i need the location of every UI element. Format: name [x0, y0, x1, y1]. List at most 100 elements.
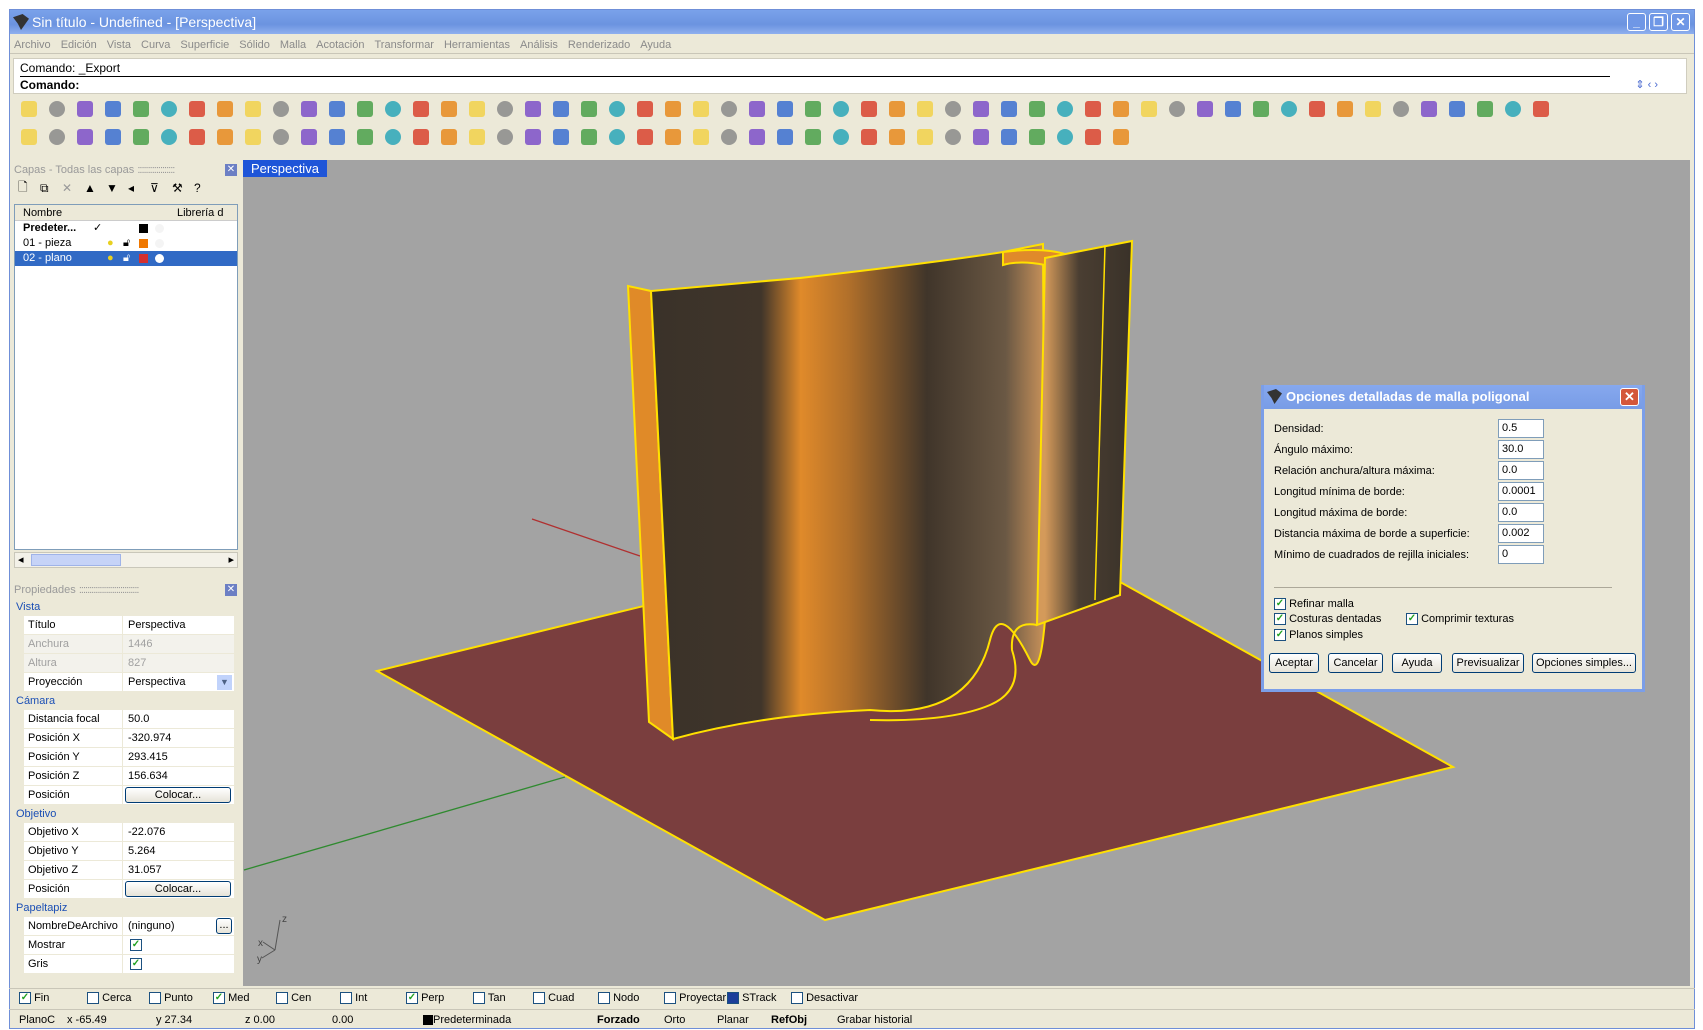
paste-icon[interactable] [212, 97, 238, 121]
refinar-malla-option[interactable]: ✓ Refinar malla [1274, 598, 1354, 611]
gris-checkbox[interactable]: ✓ [130, 958, 142, 971]
copy-layer-icon[interactable]: ⧉ [40, 181, 56, 196]
points-cloud-icon[interactable] [1192, 97, 1218, 121]
layers-horizontal-scrollbar[interactable]: ◂ ▸ [14, 552, 238, 568]
cube-blue-icon[interactable] [856, 125, 882, 149]
copy-icon[interactable] [184, 97, 210, 121]
object-snap-icon[interactable] [912, 97, 938, 121]
osnap-desactivar[interactable]: Desactivar [791, 989, 858, 1008]
move-up-icon[interactable]: ▲ [84, 181, 100, 195]
layer-row[interactable]: 02 - plano ● 🔓︎ [15, 251, 237, 266]
paint-icon[interactable] [1108, 125, 1134, 149]
explode-icon[interactable] [660, 125, 686, 149]
field-input[interactable]: 0.5 [1498, 419, 1544, 438]
prop-value[interactable]: -22.076 [128, 823, 165, 841]
prop-value[interactable]: -320.974 [128, 729, 171, 747]
loft-icon[interactable] [492, 125, 518, 149]
layer-icon[interactable] [660, 97, 686, 121]
lock-icon[interactable] [632, 97, 658, 121]
shaded-sphere-icon[interactable] [772, 97, 798, 121]
zoom-window-icon[interactable] [352, 97, 378, 121]
boolean-union-icon[interactable] [716, 125, 742, 149]
open-folder-icon[interactable] [44, 97, 70, 121]
field-input[interactable]: 0.0 [1498, 503, 1544, 522]
array-icon[interactable] [912, 125, 938, 149]
field-input[interactable]: 0.002 [1498, 524, 1544, 543]
osnap-int[interactable]: Int [340, 989, 367, 1008]
zoom-icon[interactable] [324, 97, 350, 121]
cut-icon[interactable] [156, 97, 182, 121]
circle-icon[interactable] [128, 125, 154, 149]
menu-renderizado[interactable]: Renderizado [568, 39, 630, 51]
patch-icon[interactable] [1248, 97, 1274, 121]
menu-transformar[interactable]: Transformar [374, 39, 434, 51]
help-icon[interactable]: ? [194, 181, 210, 195]
chevron-down-icon[interactable]: ▼ [217, 675, 232, 690]
layer-color-swatch[interactable] [139, 239, 148, 248]
move-down-icon[interactable]: ▼ [106, 181, 122, 195]
sphere-black-icon[interactable] [1332, 97, 1358, 121]
blend-icon[interactable] [268, 125, 294, 149]
prop-objetivo-x[interactable]: Objetivo X -22.076 [24, 823, 234, 842]
move-left-icon[interactable]: ◂ [128, 181, 144, 195]
light-bulb-icon[interactable] [604, 97, 630, 121]
restore-button[interactable]: ❐ [1649, 13, 1668, 31]
delete-icon[interactable]: ✕ [62, 181, 78, 195]
close-layers-icon[interactable]: ✕ [225, 164, 237, 176]
plane-icon[interactable] [1416, 97, 1442, 121]
costuras-option[interactable]: ✓ Costuras dentadas [1274, 613, 1381, 626]
mostrar-checkbox[interactable]: ✓ [130, 939, 142, 952]
mesh-grid-icon[interactable] [1080, 125, 1106, 149]
section-vista[interactable]: Vista [12, 598, 240, 616]
menu-acotación[interactable]: Acotación [316, 39, 364, 51]
zoom-selected-icon[interactable] [408, 97, 434, 121]
chamfer-icon[interactable] [240, 125, 266, 149]
osnap-checkbox[interactable] [664, 992, 676, 1005]
pencil-icon[interactable] [1276, 97, 1302, 121]
comprimir-option[interactable]: ✓ Comprimir texturas [1406, 613, 1514, 626]
osnap-cerca[interactable]: Cerca [87, 989, 131, 1008]
prop-objetivo-y[interactable]: Objetivo Y 5.264 [24, 842, 234, 861]
surface-patch-icon[interactable] [408, 125, 434, 149]
curve-icon[interactable] [1024, 97, 1050, 121]
section-icon[interactable] [996, 125, 1022, 149]
material-icon[interactable] [155, 224, 164, 233]
control-points-icon[interactable] [940, 97, 966, 121]
grabar-historial-toggle[interactable]: Grabar historial [837, 1010, 912, 1030]
four-viewports-icon[interactable] [464, 97, 490, 121]
menu-vista[interactable]: Vista [107, 39, 131, 51]
car-icon[interactable] [492, 97, 518, 121]
costuras-checkbox[interactable]: ✓ [1274, 613, 1286, 626]
cube-icon[interactable] [576, 125, 602, 149]
section-camara[interactable]: Cámara [12, 692, 240, 710]
solid-icon[interactable] [1108, 97, 1134, 121]
grid-icon[interactable] [520, 97, 546, 121]
menu-análisis[interactable]: Análisis [520, 39, 558, 51]
rectangle-icon[interactable] [100, 125, 126, 149]
unlock-icon[interactable]: 🔓︎ [123, 251, 130, 266]
line-icon[interactable] [44, 125, 70, 149]
osnap-strack[interactable]: STrack [727, 989, 777, 1008]
prop-value[interactable]: 50.0 [128, 710, 149, 728]
extrude-surface-icon[interactable] [464, 125, 490, 149]
layer-row[interactable]: Predeter... ✓ [15, 221, 237, 236]
contrast-icon[interactable] [968, 97, 994, 121]
gear-icon[interactable] [828, 97, 854, 121]
osnap-proyectar[interactable]: Proyectar [664, 989, 726, 1008]
render-icon[interactable] [800, 97, 826, 121]
unlock-icon[interactable]: 🔓︎ [123, 236, 130, 251]
box-yellow-icon[interactable] [996, 97, 1022, 121]
fillet-icon[interactable] [212, 125, 238, 149]
osnap-checkbox[interactable] [473, 992, 485, 1005]
prop-posicion-x[interactable]: Posición X -320.974 [24, 729, 234, 748]
new-layer-icon[interactable]: 🗋 [18, 178, 34, 199]
split-icon[interactable] [352, 125, 378, 149]
zoom-extents-icon[interactable] [380, 97, 406, 121]
osnap-med[interactable]: ✓ Med [213, 989, 249, 1008]
trim-icon[interactable] [1304, 97, 1330, 121]
field-input[interactable]: 0.0001 [1498, 482, 1544, 501]
prop-value[interactable]: (ninguno) [128, 917, 174, 935]
cylinder-icon[interactable] [1360, 97, 1386, 121]
offset-icon[interactable] [296, 125, 322, 149]
orto-toggle[interactable]: Orto [664, 1010, 685, 1030]
